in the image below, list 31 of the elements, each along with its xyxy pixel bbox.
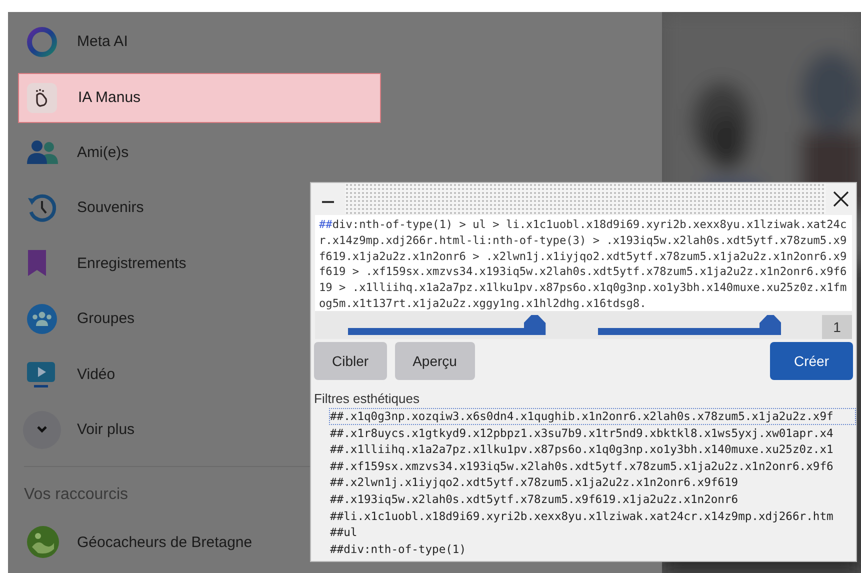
sidebar-item[interactable]: Meta AI — [10, 14, 373, 70]
action-button[interactable]: Aperçu — [394, 342, 475, 380]
list-label: Filtres esthétiques — [313, 390, 420, 407]
filter-item[interactable]: ##.x1lliihq.x1a2a7pz.x1lku1pv.x87ps6o.x1q0g3np.xo1y3bh.x140muxe.xu25z0z.x1 — [329, 441, 856, 458]
clock-icon — [26, 192, 58, 224]
bookmark-icon — [26, 248, 48, 278]
chevron-icon — [23, 410, 61, 449]
count-field[interactable]: 1 — [822, 315, 852, 339]
hand-icon — [27, 82, 57, 112]
filter-item[interactable]: ##.xf159sx.xmzvs34.x193iq5w.x2lah0s.xdt5ytf.x78zum5.x1ja2u2z.x1n2onr6.x9f6 — [329, 458, 856, 474]
filter-item[interactable]: ##div:nth-of-type(1) — [329, 540, 856, 558]
action-button[interactable]: Cibler — [314, 342, 387, 380]
group-icon — [26, 302, 58, 335]
section-heading: Vos raccourcis — [23, 484, 128, 504]
drag-handle[interactable] — [345, 183, 826, 214]
sidebar-item[interactable]: Ami(e)s — [10, 124, 373, 180]
filter-item[interactable]: ##ul — [329, 524, 856, 541]
filter-item[interactable]: ##li.x1c1uobl.x18d9i69.xyri2b.xexx8yu.x1lziwak.xat24cr.x14z9mp.xdj266r.htm — [329, 508, 856, 524]
action-button[interactable]: Créer — [770, 342, 853, 380]
filter-item[interactable]: ##.x1r8uycs.x1gtkyd9.x12pbpz1.x3su7b9.x1tr5nd9.xbktkl8.x1ws5yxj.xw01apr.x4 — [329, 424, 856, 442]
sidebar-item[interactable]: IA Manus — [18, 72, 381, 122]
filter-item[interactable]: ##.x1q0g3np.xozqiw3.x6s0dn4.x1qughib.x1n2onr6.x2lah0s.x78zum5.x1ja2u2z.x9f — [329, 408, 856, 425]
group-avatar — [26, 525, 60, 560]
minimize-icon — [322, 201, 334, 203]
code-editor[interactable]: ##div:nth-of-type(1) > ul > li.x1c1uobl.x18d9i69.xyri2b.xexx8yu.x1lziwak.xat24cr.x14z9mp.xdj266r.html-li:nth-of-type(3) > .x193iq5w.x2lah0s.xdt5ytf.x78zum5.x9f619.x1ja2u2z.x1n2onr6 > .x2lwn1j.x1iyjqo2.xdt5ytf.x78zum5.x1ja2u2z.x1n2onr6.x9f619 > .xf159sx.xmzvs34.x193iq5w.x2lah0s.xdt5ytf.x78zum5.x1ja2u2z.x1n2onr6.x9f619 > .x1lliihq.x1a2a7pz.x1lku1pv.x87ps6o.x1q0g3np.xo1y3bh.x140muxe.xu25z0z.x1fmog5m.x1t137rt.x1ja2u2z.xggy1ng.x1hl2dhg.x16tdsg8. — [315, 215, 852, 311]
video-icon — [26, 359, 56, 390]
people-icon — [26, 138, 60, 166]
filter-item[interactable]: ##.x2lwn1j.x1iyjqo2.xdt5ytf.x78zum5.x1ja2u2z.x1n2onr6.x9f619 — [329, 474, 856, 491]
ring-icon — [26, 26, 58, 58]
close-icon — [833, 190, 849, 206]
filter-item[interactable]: ##.x193iq5w.x2lah0s.xdt5ytf.x78zum5.x9f619.x1ja2u2z.x1n2onr6 — [329, 490, 856, 508]
